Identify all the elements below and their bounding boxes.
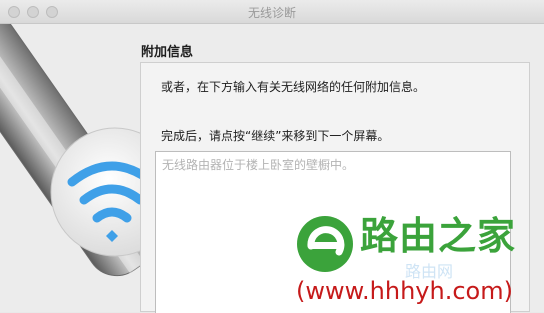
additional-info-panel: 或者，在下方输入有关无线网络的任何附加信息。 完成后，请点按“继续”来移到下一个… xyxy=(140,62,530,313)
textarea-placeholder: 无线路由器位于楼上卧室的壁橱中。 xyxy=(162,158,355,172)
intro-text: 或者，在下方输入有关无线网络的任何附加信息。 xyxy=(161,80,426,94)
window-title: 无线诊断 xyxy=(247,6,296,20)
router-home-logo-icon xyxy=(297,216,353,272)
wireless-diagnostics-window: 无线诊断 附加信息 或者，在下方输入有关无线网络的任何附加信息。 完成后，请点按… xyxy=(0,0,544,313)
sidebar-illustration xyxy=(0,24,140,312)
watermark-brand: 路由之家 xyxy=(360,214,517,258)
wireless-diagnostics-icon xyxy=(0,24,140,277)
watermark-url: (www.hhhyh.com) xyxy=(296,277,513,305)
section-title: 附加信息 xyxy=(141,45,194,60)
title-bar: 无线诊断 xyxy=(0,0,544,24)
instruction-text: 完成后，请点按“继续”来移到下一个屏幕。 xyxy=(161,129,390,143)
